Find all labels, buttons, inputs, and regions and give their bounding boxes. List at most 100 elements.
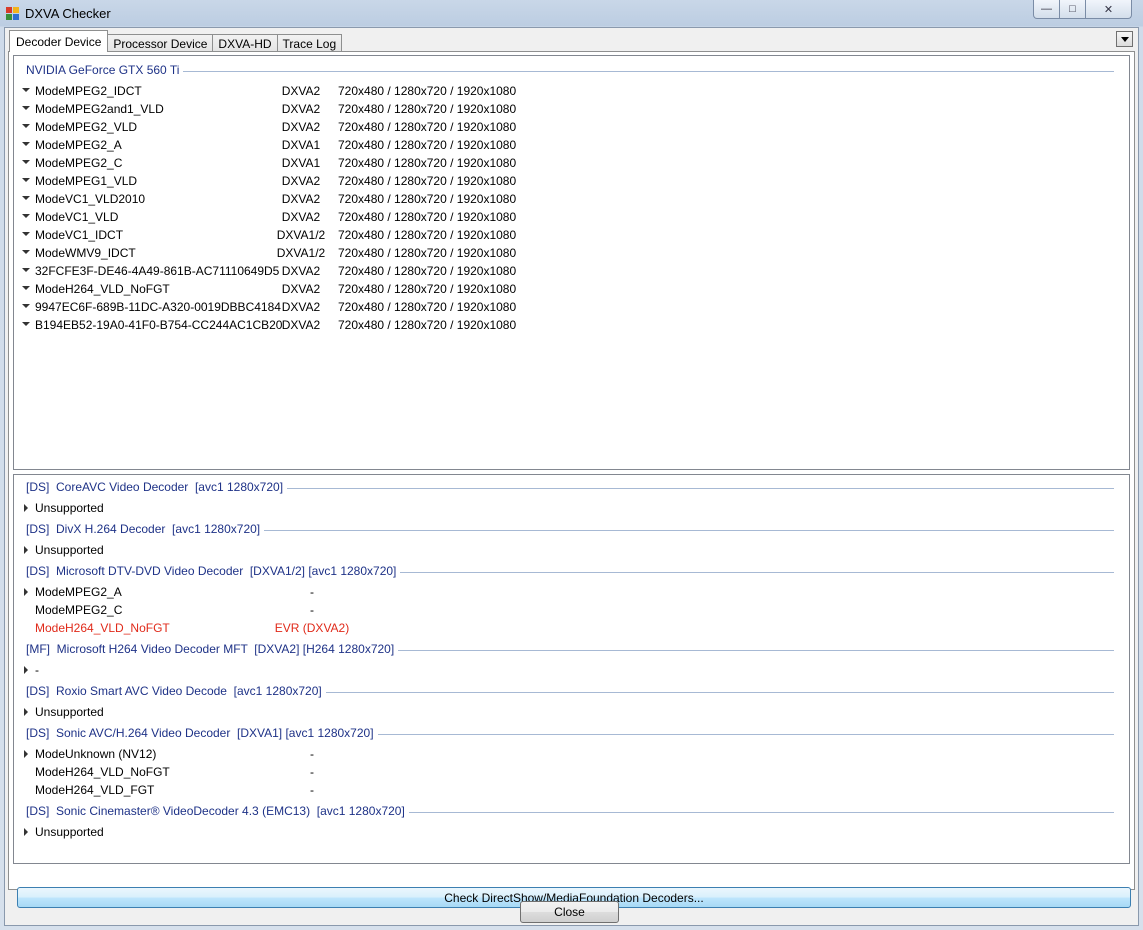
minimize-button[interactable]: — — [1033, 0, 1060, 19]
mode-name: ModeVC1_IDCT — [35, 228, 124, 242]
mode-row[interactable]: ModeVC1_VLD2010 DXVA2 720x480 / 1280x720 /… — [14, 191, 1114, 209]
tab-decoder-device[interactable]: Decoder Device — [9, 30, 109, 52]
expand-arrow-icon[interactable] — [22, 304, 30, 308]
decoder-row[interactable]: ModeH264_VLD_FGT - — [14, 782, 1114, 800]
mode-resolutions: 720x480 / 1280x720 / 1920x1080 — [338, 156, 517, 170]
mode-api: DXVA2 — [281, 300, 321, 314]
expand-arrow-icon[interactable] — [22, 124, 30, 128]
decoder-row[interactable]: Unsupported — [14, 704, 1114, 722]
mode-name: 32FCFE3F-DE46-4A49-861B-AC71110649D5 — [35, 264, 280, 278]
decoder-mode-name: ModeH264_VLD_NoFGT — [35, 765, 170, 779]
decoder-row[interactable]: Unsupported — [14, 500, 1114, 518]
expand-arrow-icon[interactable] — [22, 232, 30, 236]
mode-api: DXVA1/2 — [276, 228, 326, 242]
tab-processor-device[interactable]: Processor Device — [107, 34, 214, 52]
decoder-row[interactable]: ModeMPEG2_C - — [14, 602, 1114, 620]
expand-arrow-icon[interactable] — [22, 322, 30, 326]
decoder-mode-list[interactable]: NVIDIA GeForce GTX 560 Ti ModeMPEG2_IDCT… — [13, 55, 1130, 470]
collapsed-arrow-icon[interactable] — [24, 666, 28, 674]
mode-row[interactable]: ModeMPEG1_VLD DXVA2 720x480 / 1280x720 / 1… — [14, 173, 1114, 191]
expand-arrow-icon[interactable] — [22, 250, 30, 254]
decoder-row[interactable]: Unsupported — [14, 542, 1114, 560]
decoder-mode-name: Unsupported — [35, 501, 104, 515]
minimize-icon: — — [1041, 3, 1052, 15]
mode-row[interactable]: ModeVC1_IDCT DXVA1/2 720x480 / 1280x720 / … — [14, 227, 1114, 245]
expand-arrow-icon[interactable] — [22, 142, 30, 146]
decoder-row[interactable]: ModeUnknown (NV12) - — [14, 746, 1114, 764]
mode-row[interactable]: B194EB52-19A0-41F0-B754-CC244AC1CB20 DXVA… — [14, 317, 1114, 335]
expand-arrow-icon[interactable] — [22, 88, 30, 92]
app-icon — [6, 7, 19, 20]
title-bar[interactable]: DXVA Checker — □ ✕ — [0, 0, 1143, 27]
mode-row[interactable]: 9947EC6F-689B-11DC-A320-0019DBBC4184 DXVA… — [14, 299, 1114, 317]
mode-row[interactable]: ModeMPEG2_VLD DXVA2 720x480 / 1280x720 / 1… — [14, 119, 1114, 137]
collapsed-arrow-icon[interactable] — [24, 504, 28, 512]
mode-api: DXVA2 — [281, 192, 321, 206]
mode-row[interactable]: ModeH264_VLD_NoFGT DXVA2 720x480 / 1280x72… — [14, 281, 1114, 299]
expand-arrow-icon[interactable] — [22, 214, 30, 218]
mode-row[interactable]: ModeVC1_VLD DXVA2 720x480 / 1280x720 / 192… — [14, 209, 1114, 227]
group-divider — [26, 71, 1114, 72]
mode-resolutions: 720x480 / 1280x720 / 1920x1080 — [338, 246, 517, 260]
collapsed-arrow-icon[interactable] — [24, 750, 28, 758]
decoder-mode-name: Unsupported — [35, 825, 104, 839]
mode-row[interactable]: ModeMPEG2_IDCT DXVA2 720x480 / 1280x720 / … — [14, 83, 1114, 101]
expand-arrow-icon[interactable] — [22, 178, 30, 182]
collapsed-arrow-icon[interactable] — [24, 828, 28, 836]
mode-api: DXVA2 — [281, 84, 321, 98]
tab-dxva-hd[interactable]: DXVA-HD — [212, 34, 278, 52]
mode-api: DXVA2 — [281, 102, 321, 116]
mode-row[interactable]: ModeMPEG2_A DXVA1 720x480 / 1280x720 / 192… — [14, 137, 1114, 155]
decoder-group-header: [DS] Roxio Smart AVC Video Decode [avc1 … — [14, 684, 1114, 700]
collapsed-arrow-icon[interactable] — [24, 588, 28, 596]
mode-name: ModeMPEG1_VLD — [35, 174, 138, 188]
mode-row[interactable]: ModeMPEG2and1_VLD DXVA2 720x480 / 1280x720… — [14, 101, 1114, 119]
mode-api: DXVA1 — [281, 156, 321, 170]
decoder-mode-renderer: - — [310, 603, 314, 617]
decoder-title: [DS] DivX H.264 Decoder [avc1 1280x720] — [26, 522, 265, 536]
decoder-mode-name: Unsupported — [35, 705, 104, 719]
collapsed-arrow-icon[interactable] — [24, 708, 28, 716]
decoder-group-header: [DS] DivX H.264 Decoder [avc1 1280x720] — [14, 522, 1114, 538]
mode-name: ModeVC1_VLD — [35, 210, 119, 224]
tab-menu-dropdown[interactable] — [1116, 31, 1133, 47]
decoder-group-header: [MF] Microsoft H264 Video Decoder MFT [D… — [14, 642, 1114, 658]
mode-row[interactable]: ModeWMV9_IDCT DXVA1/2 720x480 / 1280x720 /… — [14, 245, 1114, 263]
expand-arrow-icon[interactable] — [22, 106, 30, 110]
gpu-group-header: NVIDIA GeForce GTX 560 Ti — [14, 63, 1114, 79]
mode-resolutions: 720x480 / 1280x720 / 1920x1080 — [338, 282, 517, 296]
collapsed-arrow-icon[interactable] — [24, 546, 28, 554]
mode-resolutions: 720x480 / 1280x720 / 1920x1080 — [338, 138, 517, 152]
expand-arrow-icon[interactable] — [22, 268, 30, 272]
decoder-mode-name: ModeMPEG2_A — [35, 585, 122, 599]
decoder-row[interactable]: Unsupported — [14, 824, 1114, 842]
decoder-row[interactable]: ModeH264_VLD_NoFGT - — [14, 764, 1114, 782]
mode-row[interactable]: 32FCFE3F-DE46-4A49-861B-AC71110649D5 DXVA… — [14, 263, 1114, 281]
close-button[interactable]: Close — [520, 901, 619, 923]
decoder-row[interactable]: ModeH264_VLD_NoFGT EVR (DXVA2) — [14, 620, 1114, 638]
mode-resolutions: 720x480 / 1280x720 / 1920x1080 — [338, 120, 517, 134]
decoder-row[interactable]: - — [14, 662, 1114, 680]
decoder-title: [DS] Sonic AVC/H.264 Video Decoder [DXVA… — [26, 726, 378, 740]
mode-name: ModeMPEG2_A — [35, 138, 122, 152]
gpu-name: NVIDIA GeForce GTX 560 Ti — [26, 63, 184, 77]
decoder-mode-name: ModeMPEG2_C — [35, 603, 123, 617]
decoder-mode-name: Unsupported — [35, 543, 104, 557]
decoder-title: [DS] CoreAVC Video Decoder [avc1 1280x72… — [26, 480, 288, 494]
mode-row[interactable]: ModeMPEG2_C DXVA1 720x480 / 1280x720 / 192… — [14, 155, 1114, 173]
tab-trace-log[interactable]: Trace Log — [276, 34, 343, 52]
mode-name: ModeMPEG2_C — [35, 156, 123, 170]
close-window-button[interactable]: ✕ — [1085, 0, 1132, 19]
decoder-row[interactable]: ModeMPEG2_A - — [14, 584, 1114, 602]
decoder-mode-name: ModeH264_VLD_FGT — [35, 783, 155, 797]
decoder-mode-name: ModeUnknown (NV12) — [35, 747, 157, 761]
expand-arrow-icon[interactable] — [22, 196, 30, 200]
expand-arrow-icon[interactable] — [22, 286, 30, 290]
maximize-button[interactable]: □ — [1059, 0, 1086, 19]
mode-name: ModeVC1_VLD2010 — [35, 192, 146, 206]
client-area: Decoder Device Processor Device DXVA-HD … — [4, 27, 1139, 926]
mode-resolutions: 720x480 / 1280x720 / 1920x1080 — [338, 228, 517, 242]
expand-arrow-icon[interactable] — [22, 160, 30, 164]
decoder-test-list[interactable]: [DS] CoreAVC Video Decoder [avc1 1280x72… — [13, 474, 1130, 864]
decoder-mode-name: ModeH264_VLD_NoFGT — [35, 621, 170, 635]
